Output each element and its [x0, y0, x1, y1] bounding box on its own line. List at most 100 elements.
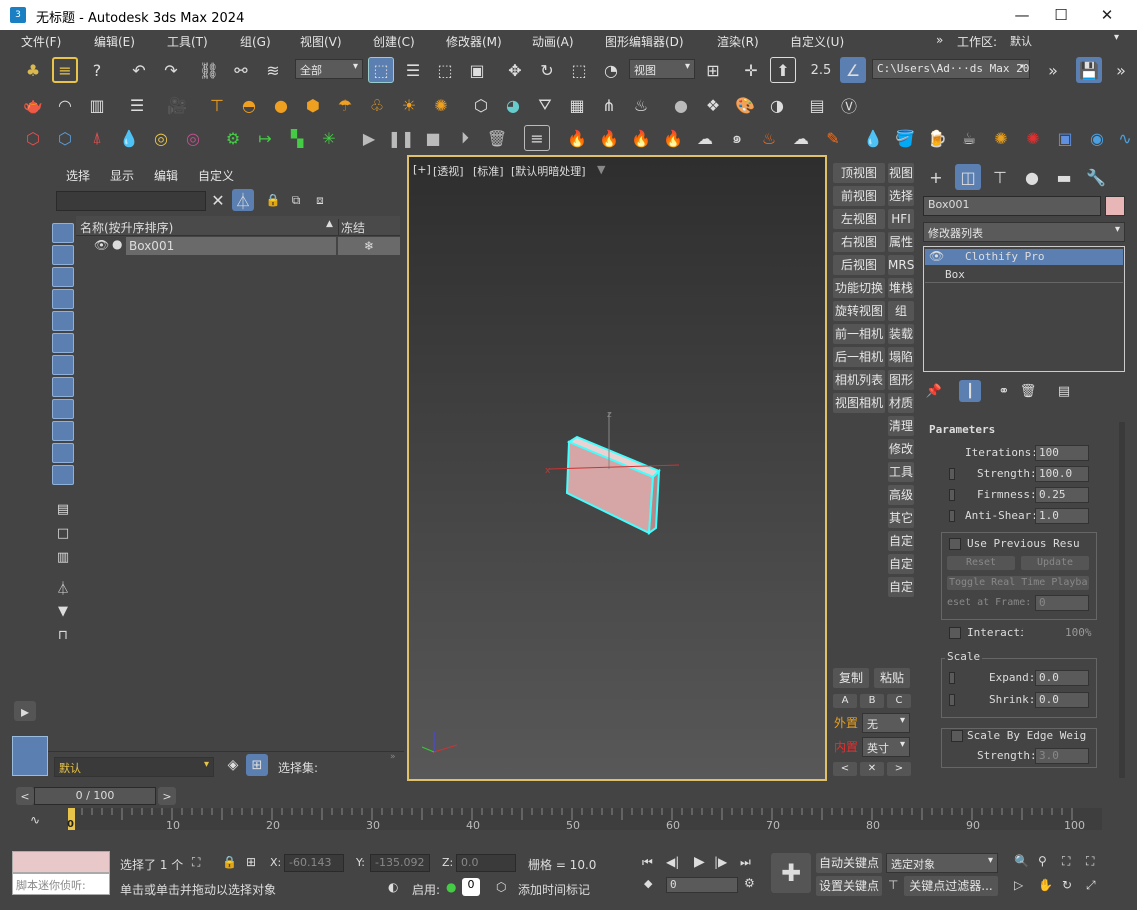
- rect-select-icon[interactable]: ⬚: [432, 57, 458, 83]
- layers-manager-icon[interactable]: ◈: [222, 754, 244, 776]
- fov-icon[interactable]: ▷: [1014, 878, 1023, 892]
- move-icon[interactable]: ✥: [502, 57, 528, 83]
- hierarchy-mode-icon[interactable]: ⊞: [246, 754, 268, 776]
- time-config-icon[interactable]: ⚙: [744, 876, 755, 890]
- cup-icon[interactable]: ☕: [956, 125, 982, 151]
- key-mode-icon[interactable]: ◆: [644, 877, 652, 890]
- rotate-icon[interactable]: ↻: [534, 57, 560, 83]
- quick-left-button[interactable]: 功能切换: [833, 278, 885, 298]
- isolate-icon[interactable]: ⛶: [192, 855, 200, 870]
- puff-icon[interactable]: ☁: [788, 125, 814, 151]
- quick-right-button[interactable]: 清理: [888, 416, 914, 436]
- eye-icon[interactable]: 👁: [94, 238, 109, 252]
- make-unique-icon[interactable]: ⚭: [993, 380, 1015, 402]
- tree-icon[interactable]: ♣: [20, 57, 46, 83]
- material-editor-icon[interactable]: ◑: [764, 92, 790, 118]
- quick-left-button[interactable]: 右视图: [833, 232, 885, 252]
- reset-frame-spinner[interactable]: 0: [1035, 595, 1089, 611]
- next-frame-icon[interactable]: |▶: [714, 855, 727, 869]
- quick-right-button[interactable]: 自定: [888, 577, 914, 597]
- grid-icon[interactable]: ▦: [564, 92, 590, 118]
- beer-icon[interactable]: 🍺: [924, 125, 950, 151]
- fire-1-icon[interactable]: 🔥: [564, 125, 590, 151]
- shrink-slider[interactable]: [949, 694, 955, 706]
- x-coord[interactable]: -60.143: [284, 854, 344, 872]
- prev-icon[interactable]: <: [833, 762, 857, 776]
- quick-right-button[interactable]: 自定: [888, 531, 914, 551]
- menu-graph-editors[interactable]: 图形编辑器(D): [605, 33, 684, 50]
- zoom-all-icon[interactable]: ⚲: [1038, 854, 1047, 868]
- funnel-off-icon[interactable]: ⏃: [52, 577, 74, 597]
- ies-light-icon[interactable]: ♧: [364, 92, 390, 118]
- expand-spinner[interactable]: 0.0: [1035, 670, 1089, 686]
- multi-material-icon[interactable]: ❖: [700, 92, 726, 118]
- quick-right-button[interactable]: 材质: [888, 393, 914, 413]
- use-prev-checkbox[interactable]: [949, 538, 961, 550]
- quick-right-button[interactable]: 组: [888, 301, 914, 321]
- quick-left-button[interactable]: 顶视图: [833, 163, 885, 183]
- smoke-icon[interactable]: ☁: [692, 125, 718, 151]
- motion-tab-icon[interactable]: ●: [1019, 164, 1045, 190]
- table-row[interactable]: 👁 ● Box001 ❄: [76, 237, 400, 255]
- object-name-field[interactable]: Box001: [923, 196, 1101, 216]
- fire-4-icon[interactable]: 🔥: [660, 125, 686, 151]
- scale-icon[interactable]: ⬚: [566, 57, 592, 83]
- set-key-button[interactable]: 设置关键点: [816, 876, 882, 896]
- tab-select[interactable]: 选择: [66, 167, 90, 184]
- sun-icon[interactable]: ☀: [396, 92, 422, 118]
- menu-animation[interactable]: 动画(A): [532, 33, 574, 50]
- green-arrow-icon[interactable]: ↦: [252, 125, 278, 151]
- select-manipulate-icon[interactable]: ✛: [738, 57, 764, 83]
- bucket-icon[interactable]: 🪣: [892, 125, 918, 151]
- shape-filter-icon[interactable]: [52, 245, 74, 265]
- show-end-result-icon[interactable]: ┃: [959, 380, 981, 402]
- stack-item-box[interactable]: Box: [925, 267, 1123, 283]
- render-play-icon[interactable]: ⏵: [452, 125, 478, 151]
- goto-end-icon[interactable]: ⏭: [740, 855, 751, 870]
- splash-icon[interactable]: ✺: [988, 125, 1014, 151]
- select-object-icon[interactable]: ⬚: [368, 57, 394, 83]
- quick-right-button[interactable]: 属性: [888, 232, 914, 252]
- copy-button[interactable]: 复制: [833, 668, 869, 688]
- firmness-slider[interactable]: [949, 489, 955, 501]
- red-splash-icon[interactable]: ✺: [1020, 125, 1046, 151]
- slot-a-button[interactable]: A: [833, 694, 857, 708]
- quick-right-button[interactable]: MRS: [888, 255, 914, 275]
- flame-icon[interactable]: ♨: [756, 125, 782, 151]
- filter-icon[interactable]: ⏃: [232, 189, 254, 211]
- window-crossing-icon[interactable]: ▣: [464, 57, 490, 83]
- adaptive-degradation-icon[interactable]: ◐: [388, 880, 398, 894]
- swirl-icon[interactable]: ๑: [724, 125, 750, 151]
- keyboard-shortcut-icon[interactable]: ⬆: [770, 57, 796, 83]
- command-scrollbar[interactable]: [1119, 422, 1125, 778]
- quick-left-button[interactable]: 左视图: [833, 209, 885, 229]
- eye-icon[interactable]: 👁: [929, 249, 944, 263]
- menu-edit[interactable]: 编辑(E): [94, 33, 135, 50]
- iterations-spinner[interactable]: 100: [1035, 445, 1089, 461]
- tab-display[interactable]: 显示: [110, 167, 134, 184]
- invert-selection-icon[interactable]: ▥: [52, 547, 74, 567]
- layer-select[interactable]: 默认: [54, 757, 214, 777]
- zoom-icon[interactable]: 🔍: [1014, 854, 1029, 868]
- green-grid-icon[interactable]: ▚: [284, 125, 310, 151]
- quick-right-button[interactable]: 工具: [888, 462, 914, 482]
- sphere-light-icon[interactable]: ●: [268, 92, 294, 118]
- params-title[interactable]: Parameters: [929, 423, 995, 436]
- camera-icon[interactable]: 🎥: [164, 92, 190, 118]
- create-tab-icon[interactable]: +: [923, 164, 949, 190]
- goto-start-icon[interactable]: ⏮: [642, 855, 653, 870]
- maximize-button[interactable]: ☐: [1038, 0, 1084, 30]
- quick-right-button[interactable]: 图形: [888, 370, 914, 390]
- helper-filter-icon[interactable]: [52, 311, 74, 331]
- set-key-icon[interactable]: ✚: [771, 853, 811, 893]
- script-icon[interactable]: ≡: [524, 125, 550, 151]
- quick-right-button[interactable]: 装载: [888, 324, 914, 344]
- palette-icon[interactable]: 🎨: [732, 92, 758, 118]
- prev-frame-icon[interactable]: ◀|: [666, 855, 679, 869]
- toggle-playback-button[interactable]: Toggle Real Time Playba: [947, 576, 1089, 590]
- bone-filter-icon[interactable]: [52, 399, 74, 419]
- add-time-tag[interactable]: 添加时间标记: [518, 881, 590, 898]
- mushroom-icon[interactable]: ☂: [332, 92, 358, 118]
- object-name[interactable]: Box001: [126, 237, 336, 255]
- purple-ring-icon[interactable]: ◎: [180, 125, 206, 151]
